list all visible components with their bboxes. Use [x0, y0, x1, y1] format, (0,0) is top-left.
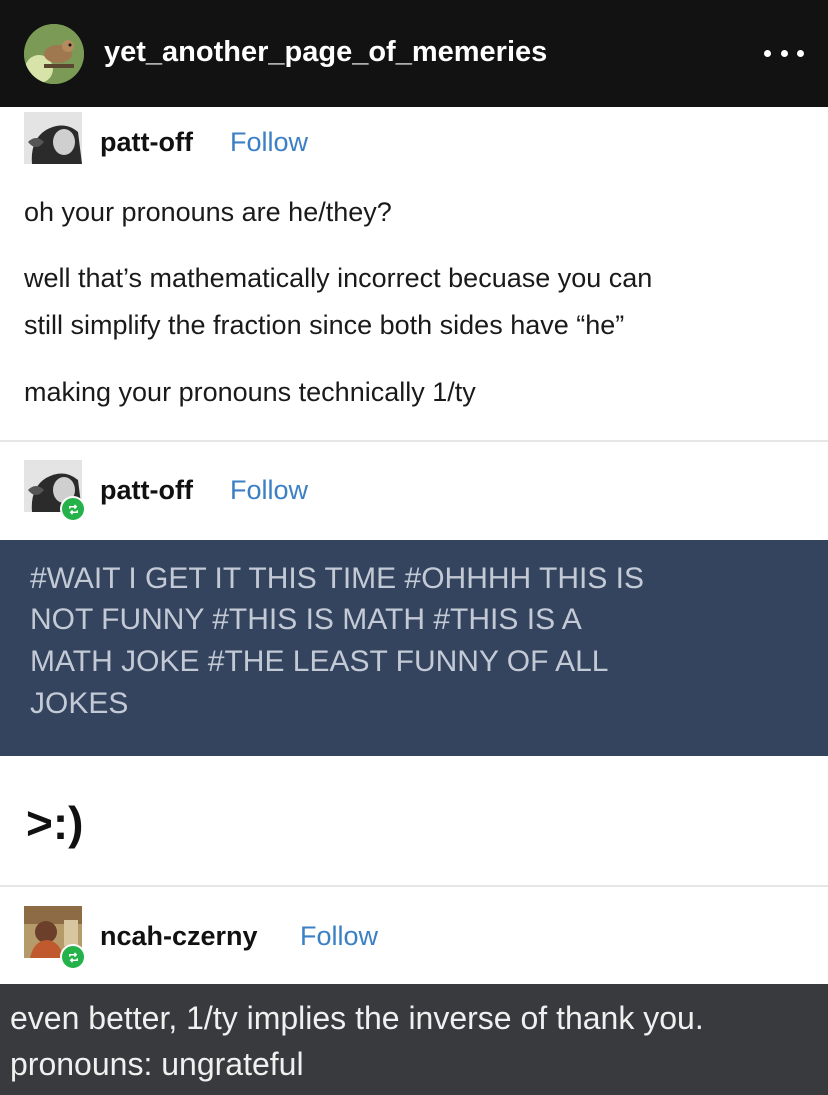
follow-button[interactable]: Follow [230, 475, 308, 506]
post-text-line: pronouns: ungrateful [10, 1046, 304, 1082]
account-username[interactable]: yet_another_page_of_memeries [104, 36, 547, 69]
post-text-line: well that’s mathematically incorrect bec… [24, 263, 653, 293]
tag-line[interactable]: #WAIT I GET IT THIS TIME #OHHHH THIS IS [30, 562, 644, 596]
tags-box: #WAIT I GET IT THIS TIME #OHHHH THIS IS … [0, 540, 828, 756]
post-username[interactable]: ncah-czerny [100, 921, 258, 952]
divider [0, 885, 828, 887]
post-text-line: oh your pronouns are he/they? [24, 197, 392, 227]
divider [0, 440, 828, 442]
post-text-line: still simplify the fraction since both s… [24, 310, 625, 340]
reply-text: >:) [26, 797, 84, 849]
tag-line[interactable]: JOKES [30, 687, 128, 721]
top-bar: yet_another_page_of_memeries [0, 0, 828, 107]
avatar[interactable] [24, 112, 82, 164]
post-text-line: even better, 1/ty implies the inverse of… [10, 1000, 704, 1036]
user-photo-icon [24, 112, 82, 164]
follow-button[interactable]: Follow [230, 127, 308, 158]
follow-button[interactable]: Follow [300, 921, 378, 952]
tag-line[interactable]: NOT FUNNY #THIS IS MATH #THIS IS A [30, 603, 582, 637]
tag-line[interactable]: MATH JOKE #THE LEAST FUNNY OF ALL [30, 645, 608, 679]
profile-avatar[interactable] [24, 24, 84, 84]
bird-icon [24, 24, 84, 84]
more-options-icon[interactable] [764, 48, 804, 58]
post-username[interactable]: patt-off [100, 475, 193, 506]
reblog-icon [60, 496, 86, 522]
post-text-line: making your pronouns technically 1/ty [24, 377, 476, 407]
post-username[interactable]: patt-off [100, 127, 193, 158]
reply-box: even better, 1/ty implies the inverse of… [0, 984, 828, 1095]
reblog-icon [60, 944, 86, 970]
